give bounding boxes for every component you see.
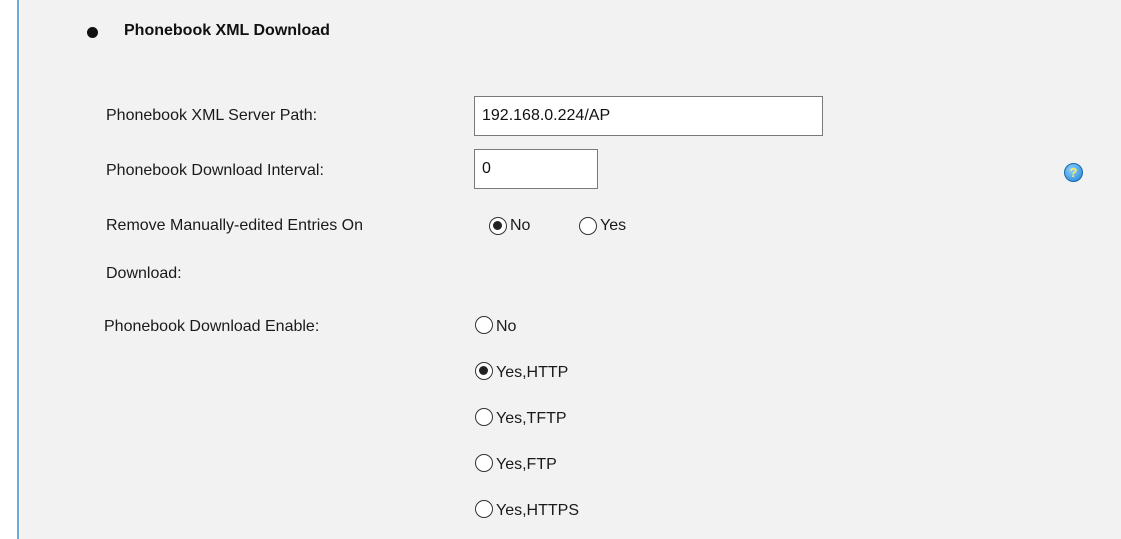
download-enable-https-label: Yes,HTTPS — [496, 502, 579, 519]
remove-manual-no-radio[interactable] — [489, 217, 507, 235]
remove-manual-yes-radio[interactable] — [579, 217, 597, 235]
download-enable-no-radio[interactable] — [475, 316, 493, 334]
download-enable-tftp-radio[interactable] — [475, 408, 493, 426]
download-enable-label: Phonebook Download Enable: — [104, 318, 320, 335]
remove-manual-label: Remove Manually-edited Entries On — [106, 217, 364, 234]
download-enable-no-label: No — [496, 318, 517, 335]
help-icon[interactable]: ? — [1064, 163, 1083, 182]
panel-left-border — [17, 0, 19, 539]
remove-manual-no-label: No — [510, 217, 531, 234]
download-enable-ftp-label: Yes,FTP — [496, 456, 557, 473]
server-path-label: Phonebook XML Server Path: — [106, 107, 318, 124]
section-bullet-icon — [87, 27, 98, 38]
download-interval-input[interactable] — [474, 149, 598, 189]
download-enable-http-radio[interactable] — [475, 362, 493, 380]
remove-manual-label-line2: Download: — [106, 265, 182, 282]
download-enable-http-label: Yes,HTTP — [496, 364, 569, 381]
download-enable-tftp-label: Yes,TFTP — [496, 410, 567, 427]
section-title: Phonebook XML Download — [124, 22, 330, 39]
server-path-input[interactable] — [474, 96, 823, 136]
download-enable-https-radio[interactable] — [475, 500, 493, 518]
remove-manual-yes-label: Yes — [600, 217, 627, 234]
download-enable-ftp-radio[interactable] — [475, 454, 493, 472]
download-interval-label: Phonebook Download Interval: — [106, 162, 324, 179]
settings-panel — [20, 0, 1121, 539]
